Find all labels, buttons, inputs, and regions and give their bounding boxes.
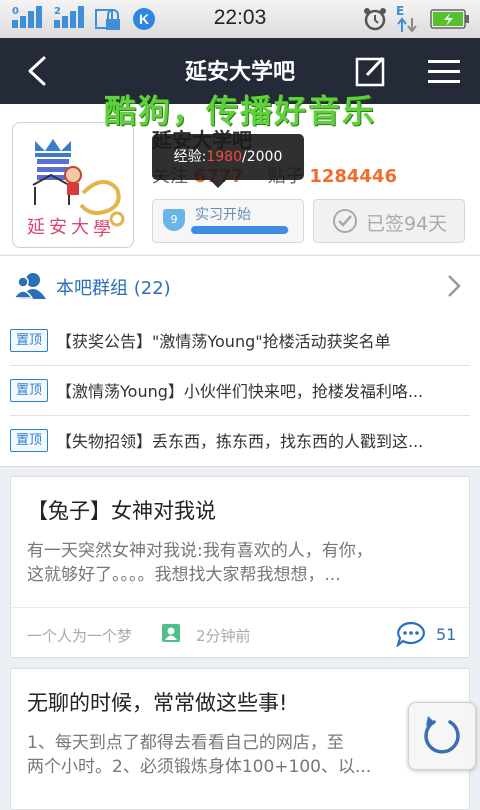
check-circle-icon: [333, 209, 357, 233]
thread-card[interactable]: 无聊的时候，常常做这些事! 1、每天到点了都得去看看自己的网店，至 两个小时。2…: [10, 668, 470, 810]
lock-icon: [95, 9, 120, 30]
thread-excerpt-line: 1、每天到点了都得去看看自己的网店，至: [27, 733, 344, 753]
pinned-post[interactable]: 置顶 【失物招领】丢东西，拣东西，找东西的人戳到这...: [0, 416, 480, 466]
level-progress-bar: [191, 226, 289, 234]
music-app-overlay-banner: 酷狗，传播好音乐: [103, 92, 376, 130]
svg-text:安: 安: [49, 217, 67, 238]
pinned-posts: 置顶 【获奖公告】"激情荡Young"抢楼活动获奖名单 置顶 【激情荡Young…: [0, 316, 480, 467]
thread-excerpt-line: 有一天突然女神对我说:我有喜欢的人，有你，: [27, 541, 373, 561]
pinned-post-title: 【激情荡Young】小伙伴们快来吧，抢楼发福利咯...: [56, 382, 424, 401]
divider: [11, 607, 469, 608]
svg-text:學: 學: [93, 219, 111, 240]
experience-current: 1980: [206, 149, 242, 165]
thread-excerpt-line: 这就够好了。。。。我想找大家帮我想想，...: [27, 565, 341, 585]
reply-count: 51: [436, 625, 457, 644]
refresh-icon: [424, 716, 460, 754]
pinned-post-title: 【失物招领】丢东西，拣东西，找东西的人戳到这...: [56, 432, 424, 451]
svg-text:大: 大: [71, 217, 89, 238]
pinned-post[interactable]: 置顶 【激情荡Young】小伙伴们快来吧，抢楼发福利咯...: [0, 366, 480, 416]
pinned-tag: 置顶: [10, 329, 48, 352]
sim1-label: 0: [12, 6, 19, 17]
pinned-post[interactable]: 置顶 【获奖公告】"激情荡Young"抢楼活动获奖名单: [0, 316, 480, 366]
thread-card[interactable]: 【兔子】女神对我说 有一天突然女神对我说:我有喜欢的人，有你， 这就够好了。。。…: [10, 476, 470, 658]
thread-author[interactable]: 一个人为一个梦: [27, 625, 132, 646]
level-button[interactable]: 9 实习开始: [152, 199, 304, 243]
chevron-right-icon: [448, 275, 461, 297]
thread-title: 无聊的时候，常常做这些事!: [27, 691, 288, 715]
level-name: 实习开始: [195, 207, 251, 223]
posts-count: 1284446: [309, 166, 397, 187]
experience-total: /2000: [242, 149, 283, 165]
forum-logo-image: 延 安 大 學: [27, 139, 125, 240]
sim2-label: 2: [54, 6, 61, 17]
back-arrow-icon[interactable]: [22, 55, 52, 87]
pinned-tag: 置顶: [10, 429, 48, 452]
signed-in-label: 已签94天: [366, 213, 448, 235]
status-bar: 0 2 K 22:03 E: [0, 0, 480, 38]
thread-excerpt-line: 两个小时。2、必须锻炼身体100+100、以...: [27, 757, 372, 777]
svg-text:延: 延: [27, 217, 45, 238]
kugou-k-icon: K: [133, 8, 155, 30]
battery-charging-icon: [430, 9, 469, 29]
level-progress-fill: [191, 226, 289, 234]
thread-time: 2分钟前: [196, 627, 251, 645]
menu-icon[interactable]: [426, 57, 462, 85]
forum-logo: 延 安 大 學: [12, 122, 134, 248]
refresh-button[interactable]: [408, 702, 476, 770]
thread-title: 【兔子】女神对我说: [27, 499, 216, 523]
signed-in-button[interactable]: 已签94天: [313, 199, 465, 243]
data-transfer-icon: E: [396, 4, 418, 34]
group-label: 本吧群组 (22): [56, 278, 171, 299]
group-people-icon: [14, 273, 46, 299]
experience-tooltip: 经验:1980/2000: [152, 134, 304, 188]
page-title: 延安大学吧: [184, 60, 295, 85]
forum-groups-row[interactable]: 本吧群组 (22): [0, 255, 480, 317]
svg-text:K: K: [139, 11, 149, 27]
experience-label: 经验:: [173, 149, 207, 165]
clock: 22:03: [213, 6, 267, 29]
author-card-icon: [162, 624, 180, 642]
level-badge-icon: 9: [163, 209, 185, 231]
reply-bubble-icon: [396, 621, 425, 647]
thread-excerpt: 有一天突然女神对我说:我有喜欢的人，有你， 这就够好了。。。。我想找大家帮我想想…: [27, 539, 447, 587]
thread-excerpt: 1、每天到点了都得去看看自己的网店，至 两个小时。2、必须锻炼身体100+100…: [27, 731, 447, 779]
alarm-icon: [364, 8, 386, 31]
pinned-post-title: 【获奖公告】"激情荡Young"抢楼活动获奖名单: [56, 332, 391, 351]
pinned-tag: 置顶: [10, 379, 48, 402]
compose-icon[interactable]: [354, 55, 388, 89]
